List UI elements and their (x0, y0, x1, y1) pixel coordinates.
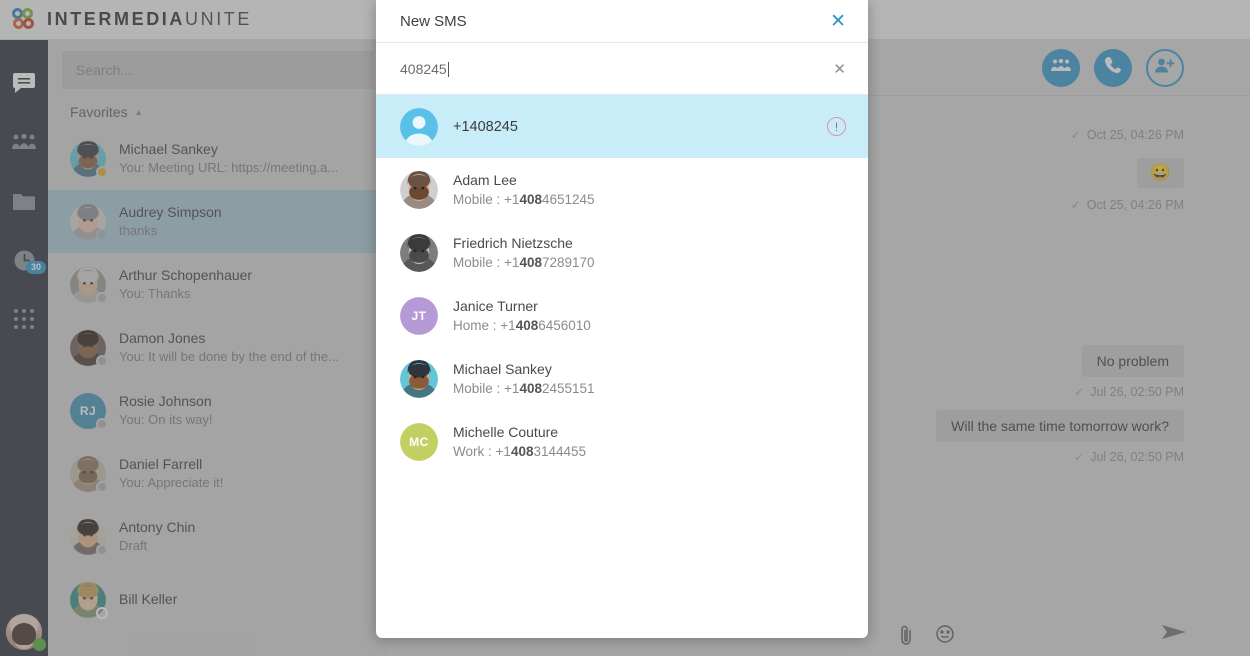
phone-prefix: +1 (495, 444, 511, 459)
phone-rest: 7289170 (541, 255, 595, 270)
search-results: +1408245 ! Adam Lee Mobile : +1408465124… (376, 95, 868, 638)
contact-name: Michelle Couture (453, 424, 559, 440)
phone-prefix: +1 (504, 381, 520, 396)
contact-info: Michael Sankey Mobile : +14082455151 (453, 359, 846, 398)
app-root: INTERMEDIAUNITE 30 Search... Favorites ▲… (0, 0, 1250, 656)
contact-result-item[interactable]: MC Michelle Couture Work : +14083144455 (376, 410, 868, 473)
phone-rest: 4651245 (541, 192, 595, 207)
contact-info: Friedrich Nietzsche Mobile : +1408728917… (453, 233, 846, 272)
phone-prefix: +1 (504, 192, 520, 207)
avatar: JT (400, 296, 438, 335)
contact-results-list: Adam Lee Mobile : +14084651245 Friedrich… (376, 158, 868, 473)
phone-match: 408 (519, 381, 542, 396)
contact-name: Friedrich Nietzsche (453, 235, 573, 251)
modal-header: New SMS ✕ (376, 0, 868, 43)
modal-title: New SMS (400, 12, 467, 30)
contact-info: Michelle Couture Work : +14083144455 (453, 422, 846, 461)
phone-type: Mobile (453, 381, 493, 396)
avatar (400, 233, 438, 272)
alert-circle-icon[interactable]: ! (827, 117, 846, 136)
phone-type: Work (453, 444, 485, 459)
contact-phone: Mobile : +14084651245 (453, 192, 595, 207)
close-icon[interactable]: ✕ (830, 12, 846, 31)
contact-result-item[interactable]: Adam Lee Mobile : +14084651245 (376, 158, 868, 221)
result-raw-number[interactable]: +1408245 ! (376, 95, 868, 158)
contact-result-item[interactable]: Friedrich Nietzsche Mobile : +1408728917… (376, 221, 868, 284)
phone-match: 408 (519, 255, 542, 270)
phone-type: Mobile (453, 192, 493, 207)
phone-rest: 2455151 (541, 381, 595, 396)
clear-icon[interactable]: ✕ (833, 60, 846, 78)
contact-name: Janice Turner (453, 298, 538, 314)
recipient-search-value: 408245 (400, 60, 447, 77)
phone-match: 408 (515, 318, 539, 333)
avatar (400, 107, 438, 146)
contact-info: Janice Turner Home : +14086456010 (453, 296, 846, 335)
phone-match: 408 (510, 444, 534, 459)
avatar (400, 359, 438, 398)
contact-phone: Home : +14086456010 (453, 318, 591, 333)
phone-rest: 6456010 (538, 318, 591, 333)
contact-result-item[interactable]: Michael Sankey Mobile : +14082455151 (376, 347, 868, 410)
contact-phone: Mobile : +14082455151 (453, 381, 595, 396)
avatar: MC (400, 422, 438, 461)
contact-phone: Work : +14083144455 (453, 444, 587, 459)
phone-rest: 3144455 (533, 444, 587, 459)
contact-name: Adam Lee (453, 172, 517, 188)
raw-number-text: +1408245 (453, 118, 518, 135)
recipient-search-input[interactable]: 408245 (400, 61, 833, 77)
avatar (400, 170, 438, 209)
modal-search-row: 408245 ✕ (376, 43, 868, 95)
new-sms-modal: New SMS ✕ 408245 ✕ +1408245 ! Adam Lee M… (376, 0, 868, 638)
phone-type: Mobile (453, 255, 493, 270)
contact-info: Adam Lee Mobile : +14084651245 (453, 170, 846, 209)
phone-match: 408 (519, 192, 542, 207)
contact-result-item[interactable]: JT Janice Turner Home : +14086456010 (376, 284, 868, 347)
phone-type: Home (453, 318, 490, 333)
phone-prefix: +1 (504, 255, 520, 270)
contact-name: Michael Sankey (453, 361, 552, 377)
contact-phone: Mobile : +14087289170 (453, 255, 595, 270)
phone-prefix: +1 (500, 318, 516, 333)
